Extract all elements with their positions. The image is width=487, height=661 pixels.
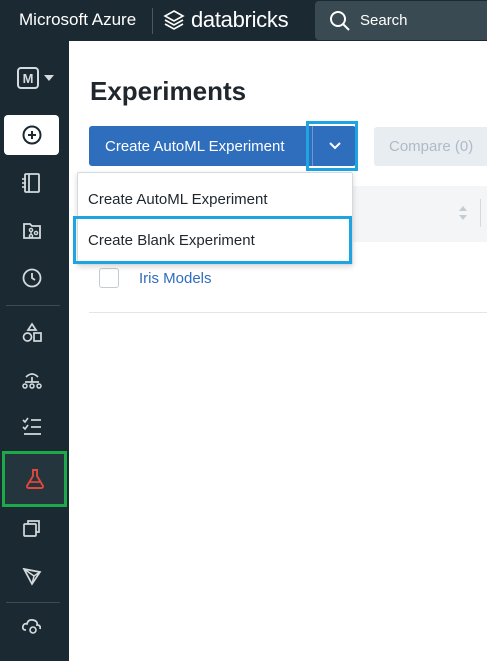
repo-icon bbox=[22, 223, 41, 239]
experiment-link[interactable]: Iris Models bbox=[139, 270, 212, 287]
clock-icon bbox=[22, 268, 41, 288]
notebook-icon bbox=[21, 173, 40, 193]
chevron-down-icon bbox=[44, 75, 54, 81]
page-title: Experiments bbox=[90, 76, 247, 106]
search-box[interactable]: Search bbox=[315, 1, 487, 40]
sidebar-item-workspace[interactable] bbox=[4, 163, 59, 203]
compare-button[interactable]: Compare (0) bbox=[374, 127, 487, 166]
sidebar-item-data[interactable] bbox=[4, 313, 59, 353]
brand-divider bbox=[152, 8, 153, 34]
sidebar-item-jobs[interactable] bbox=[4, 406, 59, 446]
sidebar-item-clusters[interactable] bbox=[4, 360, 59, 400]
cloud-icon bbox=[21, 618, 41, 634]
sidebar-item-experiments[interactable] bbox=[2, 451, 67, 507]
sort-icon[interactable] bbox=[457, 204, 469, 222]
workspace-switcher[interactable]: M bbox=[17, 66, 59, 90]
brand-name[interactable]: Microsoft Azure bbox=[19, 10, 136, 30]
dropdown-toggle-highlight bbox=[306, 121, 358, 171]
sidebar-divider bbox=[6, 602, 60, 603]
workspace-letter: M bbox=[17, 67, 39, 89]
cluster-icon bbox=[21, 373, 42, 389]
model-icon bbox=[21, 567, 41, 586]
search-label: Search bbox=[360, 12, 408, 29]
flask-icon bbox=[25, 469, 44, 489]
sidebar-item-serving[interactable] bbox=[4, 605, 59, 645]
plus-circle-icon bbox=[22, 125, 41, 145]
sidebar-item-create[interactable] bbox=[4, 115, 59, 155]
top-bar: Microsoft Azure databricks Search bbox=[0, 0, 487, 41]
sidebar-item-repos[interactable] bbox=[4, 211, 59, 251]
row-divider bbox=[89, 312, 487, 313]
sidebar-item-recents[interactable] bbox=[4, 258, 59, 298]
sidebar-divider bbox=[6, 305, 60, 306]
search-icon bbox=[330, 11, 350, 31]
sidebar: M bbox=[0, 41, 69, 661]
checklist-icon bbox=[21, 417, 41, 435]
create-automl-experiment-button[interactable]: Create AutoML Experiment bbox=[89, 126, 312, 166]
row-checkbox[interactable] bbox=[99, 268, 119, 288]
menu-item-create-automl-experiment[interactable]: Create AutoML Experiment bbox=[78, 179, 352, 219]
sidebar-item-feature-store[interactable] bbox=[4, 508, 59, 548]
blank-experiment-highlight bbox=[73, 216, 352, 264]
product-name[interactable]: databricks bbox=[191, 7, 289, 33]
column-divider bbox=[480, 199, 481, 227]
shapes-icon bbox=[22, 322, 42, 342]
stack-icon bbox=[22, 520, 40, 537]
databricks-logo-icon bbox=[163, 10, 185, 30]
sidebar-item-models[interactable] bbox=[4, 556, 59, 596]
